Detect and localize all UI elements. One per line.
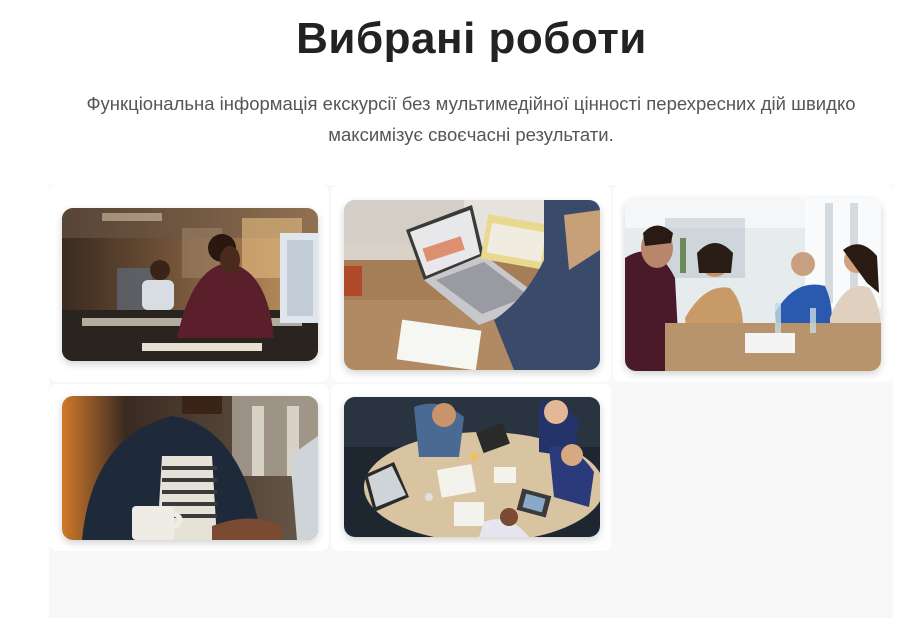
section-subtitle: Функціональна інформація екскурсії без м… [50,88,892,150]
page-title: Вибрані роботи [296,14,647,63]
gallery-photo-office-night[interactable] [62,208,318,361]
gallery-photo-laptop-desk[interactable] [344,200,600,370]
subtitle-line-2: максимізує своєчасні результати. [328,124,614,145]
gallery-photo-man-laptop-coffee[interactable] [62,396,318,540]
subtitle-line-1: Функціональна інформація екскурсії без м… [86,93,856,114]
team-meeting-image [625,198,881,371]
man-laptop-coffee-image [62,396,318,540]
office-night-image [62,208,318,361]
laptop-desk-image [344,200,600,370]
gallery-photo-table-overhead[interactable] [344,397,600,537]
table-overhead-image [344,397,600,537]
gallery-photo-team-meeting[interactable] [625,198,881,371]
